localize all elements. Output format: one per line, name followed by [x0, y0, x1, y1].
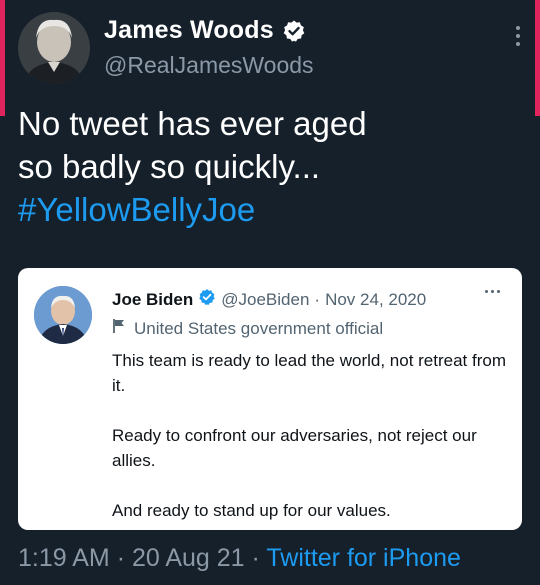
more-options-icon[interactable]: [516, 26, 522, 46]
quoted-paragraph-1: This team is ready to lead the world, no…: [112, 351, 507, 395]
left-accent-bar: [0, 0, 5, 116]
footer-separator-2: ·: [251, 544, 260, 572]
government-label: United States government official: [112, 318, 383, 339]
tweet-source-link[interactable]: Twitter for iPhone: [266, 544, 461, 572]
tweet-time[interactable]: 1:19 AM: [18, 544, 110, 572]
author-avatar[interactable]: [18, 12, 90, 84]
verified-badge-icon: [282, 19, 306, 43]
quoted-author-handle[interactable]: @JoeBiden: [221, 290, 309, 310]
tweet-text-line-2: so badly so quickly...: [18, 148, 321, 185]
quoted-more-options-icon[interactable]: [485, 290, 500, 293]
tweet-footer: 1:19 AM · 20 Aug 21 · Twitter for iPhone: [18, 544, 461, 573]
tweet-date[interactable]: 20 Aug 21: [132, 544, 245, 572]
quoted-paragraph-2: Ready to confront our adversaries, not r…: [112, 426, 477, 470]
quoted-date[interactable]: Nov 24, 2020: [325, 290, 426, 310]
hashtag-link[interactable]: #YellowBellyJoe: [18, 188, 518, 231]
quoted-header: Joe Biden @JoeBiden · Nov 24, 2020: [112, 288, 426, 311]
footer-separator-1: ·: [116, 544, 126, 572]
flag-label-icon: [112, 318, 126, 339]
author-handle[interactable]: @RealJamesWoods: [104, 52, 314, 79]
quoted-author-name[interactable]: Joe Biden: [112, 290, 193, 310]
quoted-body: This team is ready to lead the world, no…: [112, 348, 512, 548]
quoted-separator: ·: [314, 289, 321, 309]
author-name[interactable]: James Woods: [104, 16, 274, 45]
tweet-text: No tweet has ever aged so badly so quick…: [18, 102, 518, 231]
quoted-verified-badge-icon: [198, 288, 216, 311]
quoted-author-avatar[interactable]: [34, 286, 92, 344]
quoted-paragraph-3: And ready to stand up for our values.: [112, 501, 391, 520]
author-name-row: James Woods: [104, 16, 306, 45]
quoted-tweet-card[interactable]: Joe Biden @JoeBiden · Nov 24, 2020 Unite…: [18, 268, 522, 530]
tweet-text-line-1: No tweet has ever aged: [18, 105, 367, 142]
government-label-text: United States government official: [134, 318, 384, 338]
right-accent-bar: [535, 0, 540, 116]
